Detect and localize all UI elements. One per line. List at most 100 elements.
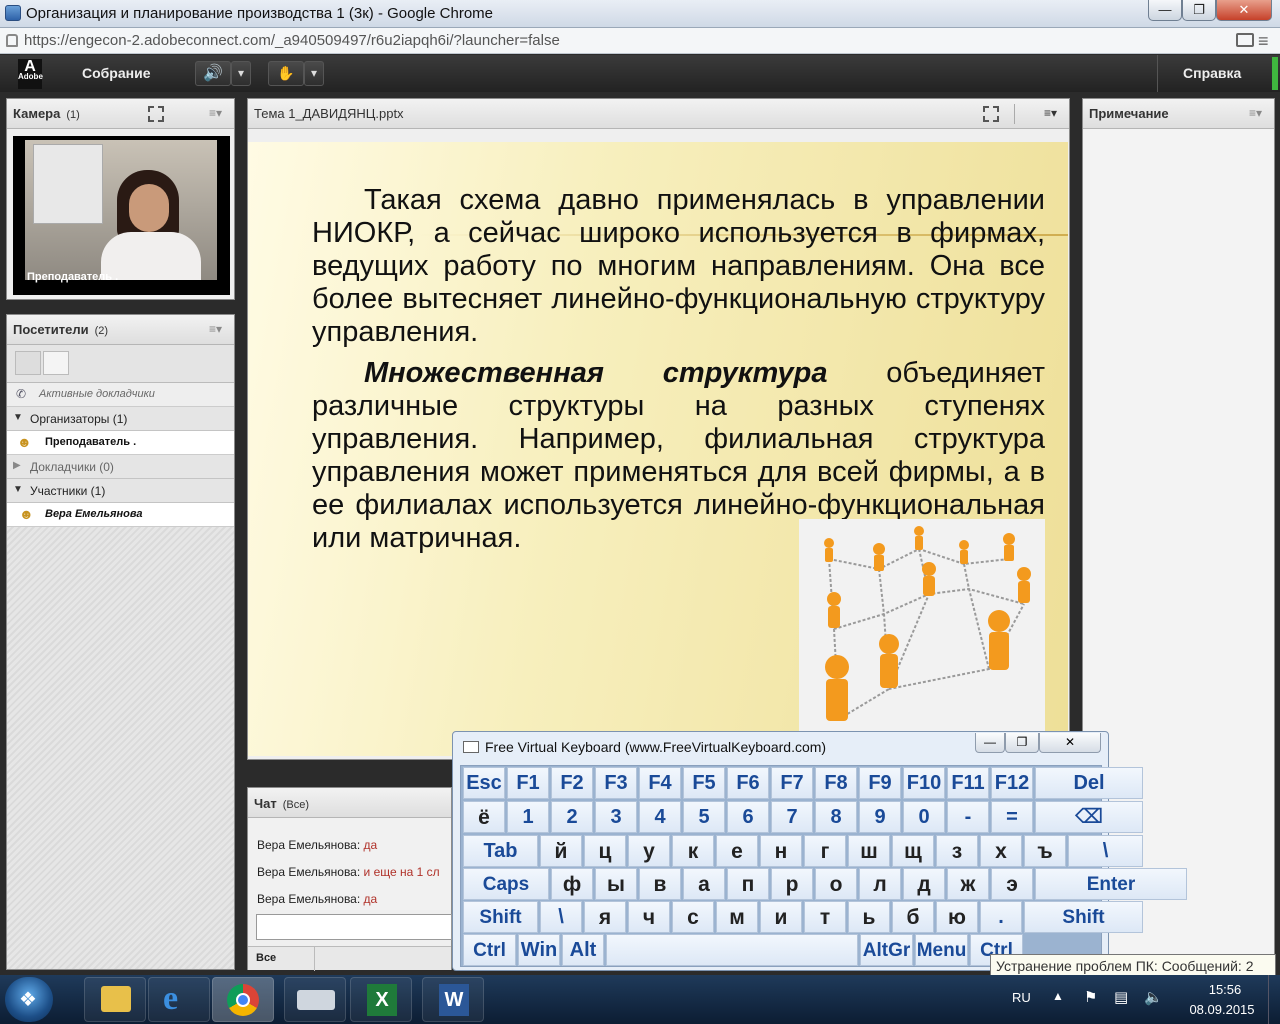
key[interactable]: F10 — [903, 767, 945, 799]
minimize-button[interactable]: — — [1148, 0, 1182, 21]
key[interactable]: х — [980, 835, 1022, 867]
key[interactable]: з — [936, 835, 978, 867]
close-button[interactable]: ✕ — [1216, 0, 1272, 21]
key[interactable]: \ — [1068, 835, 1143, 867]
key[interactable]: б — [892, 901, 934, 933]
fullscreen-icon[interactable] — [148, 106, 164, 122]
key[interactable]: ц — [584, 835, 626, 867]
pod-menu-icon[interactable]: ≡▾ — [1249, 106, 1262, 120]
kb-minimize-button[interactable]: — — [975, 733, 1005, 753]
key[interactable]: AltGr — [860, 934, 913, 966]
key[interactable]: ю — [936, 901, 978, 933]
kb-close-button[interactable]: ✕ — [1039, 733, 1101, 753]
key[interactable]: 3 — [595, 801, 637, 833]
pod-menu-icon[interactable]: ≡▾ — [209, 322, 222, 336]
key[interactable]: Win — [518, 934, 560, 966]
key[interactable]: F11 — [947, 767, 989, 799]
key[interactable]: F7 — [771, 767, 813, 799]
meeting-menu[interactable]: Собрание — [82, 65, 151, 81]
fullscreen-icon[interactable] — [983, 106, 999, 122]
key[interactable]: е — [716, 835, 758, 867]
key[interactable]: ф — [551, 868, 593, 900]
key[interactable]: F8 — [815, 767, 857, 799]
key[interactable]: Enter — [1035, 868, 1187, 900]
show-hidden-icons-icon[interactable]: ▲ — [1052, 989, 1064, 1003]
maximize-button[interactable]: ❐ — [1182, 0, 1216, 21]
key[interactable]: 0 — [903, 801, 945, 833]
key[interactable]: F9 — [859, 767, 901, 799]
list-item[interactable]: ☻ Преподаватель . — [7, 431, 234, 455]
key[interactable]: F3 — [595, 767, 637, 799]
key[interactable]: Tab — [463, 835, 538, 867]
key[interactable]: э — [991, 868, 1033, 900]
key[interactable]: F2 — [551, 767, 593, 799]
key[interactable]: и — [760, 901, 802, 933]
key[interactable]: F12 — [991, 767, 1033, 799]
key[interactable]: 8 — [815, 801, 857, 833]
key[interactable]: 4 — [639, 801, 681, 833]
key[interactable]: ё — [463, 801, 505, 833]
key[interactable]: м — [716, 901, 758, 933]
key[interactable]: й — [540, 835, 582, 867]
key[interactable]: ж — [947, 868, 989, 900]
key[interactable]: Del — [1035, 767, 1143, 799]
key[interactable]: ъ — [1024, 835, 1066, 867]
speaker-button[interactable]: 🔊 — [195, 61, 231, 86]
chat-input[interactable] — [256, 914, 452, 940]
status-dropdown[interactable]: ▾ — [304, 61, 324, 86]
key[interactable]: 9 — [859, 801, 901, 833]
key[interactable]: 6 — [727, 801, 769, 833]
key[interactable]: у — [628, 835, 670, 867]
speaker-dropdown[interactable]: ▾ — [231, 61, 251, 86]
status-button[interactable]: ✋ — [268, 61, 304, 86]
key[interactable]: к — [672, 835, 714, 867]
key[interactable]: ы — [595, 868, 637, 900]
key[interactable]: Alt — [562, 934, 604, 966]
taskbar-chrome[interactable] — [212, 977, 274, 1022]
list-view-icon[interactable] — [15, 351, 41, 375]
kb-maximize-button[interactable]: ❐ — [1005, 733, 1039, 753]
key[interactable]: ь — [848, 901, 890, 933]
key[interactable]: F1 — [507, 767, 549, 799]
taskbar-excel[interactable]: X — [350, 977, 412, 1022]
key[interactable]: Ctrl — [463, 934, 516, 966]
key[interactable]: ⌫ — [1035, 801, 1143, 833]
taskbar-ie[interactable]: e — [148, 977, 210, 1022]
key[interactable]: - — [947, 801, 989, 833]
chat-recipient-tab[interactable]: Все — [256, 952, 276, 964]
clock-date[interactable]: 08.09.2015 — [1182, 1002, 1262, 1017]
cast-icon[interactable] — [1236, 33, 1254, 47]
key[interactable]: н — [760, 835, 802, 867]
url-field[interactable]: https://engecon-2.adobeconnect.com/_a940… — [24, 32, 560, 49]
key[interactable]: = — [991, 801, 1033, 833]
key[interactable]: п — [727, 868, 769, 900]
taskbar-keyboard[interactable] — [284, 977, 346, 1022]
group-participants[interactable]: ▼ Участники (1) — [7, 479, 234, 503]
help-menu[interactable]: Справка — [1183, 65, 1241, 81]
key[interactable]: 1 — [507, 801, 549, 833]
show-desktop-button[interactable] — [1268, 975, 1280, 1024]
key[interactable]: о — [815, 868, 857, 900]
key[interactable]: Caps — [463, 868, 549, 900]
key[interactable]: Shift — [1024, 901, 1143, 933]
list-item[interactable]: ☻ Вера Емельянова — [7, 503, 234, 527]
language-indicator[interactable]: RU — [1012, 990, 1031, 1005]
group-presenters[interactable]: ▶ Докладчики (0) — [7, 455, 234, 479]
key[interactable]: в — [639, 868, 681, 900]
key[interactable]: л — [859, 868, 901, 900]
key[interactable]: а — [683, 868, 725, 900]
pod-menu-icon[interactable]: ≡▾ — [209, 106, 222, 120]
key[interactable]: щ — [892, 835, 934, 867]
key[interactable]: Esc — [463, 767, 505, 799]
key[interactable]: ч — [628, 901, 670, 933]
key[interactable]: Menu — [915, 934, 968, 966]
key[interactable]: г — [804, 835, 846, 867]
key[interactable]: F5 — [683, 767, 725, 799]
key[interactable]: 2 — [551, 801, 593, 833]
key[interactable] — [606, 934, 858, 966]
key[interactable]: . — [980, 901, 1022, 933]
network-icon[interactable]: ▤ — [1114, 988, 1128, 1006]
menu-icon[interactable]: ≡ — [1258, 31, 1269, 52]
key[interactable]: т — [804, 901, 846, 933]
taskbar-explorer[interactable] — [84, 977, 146, 1022]
